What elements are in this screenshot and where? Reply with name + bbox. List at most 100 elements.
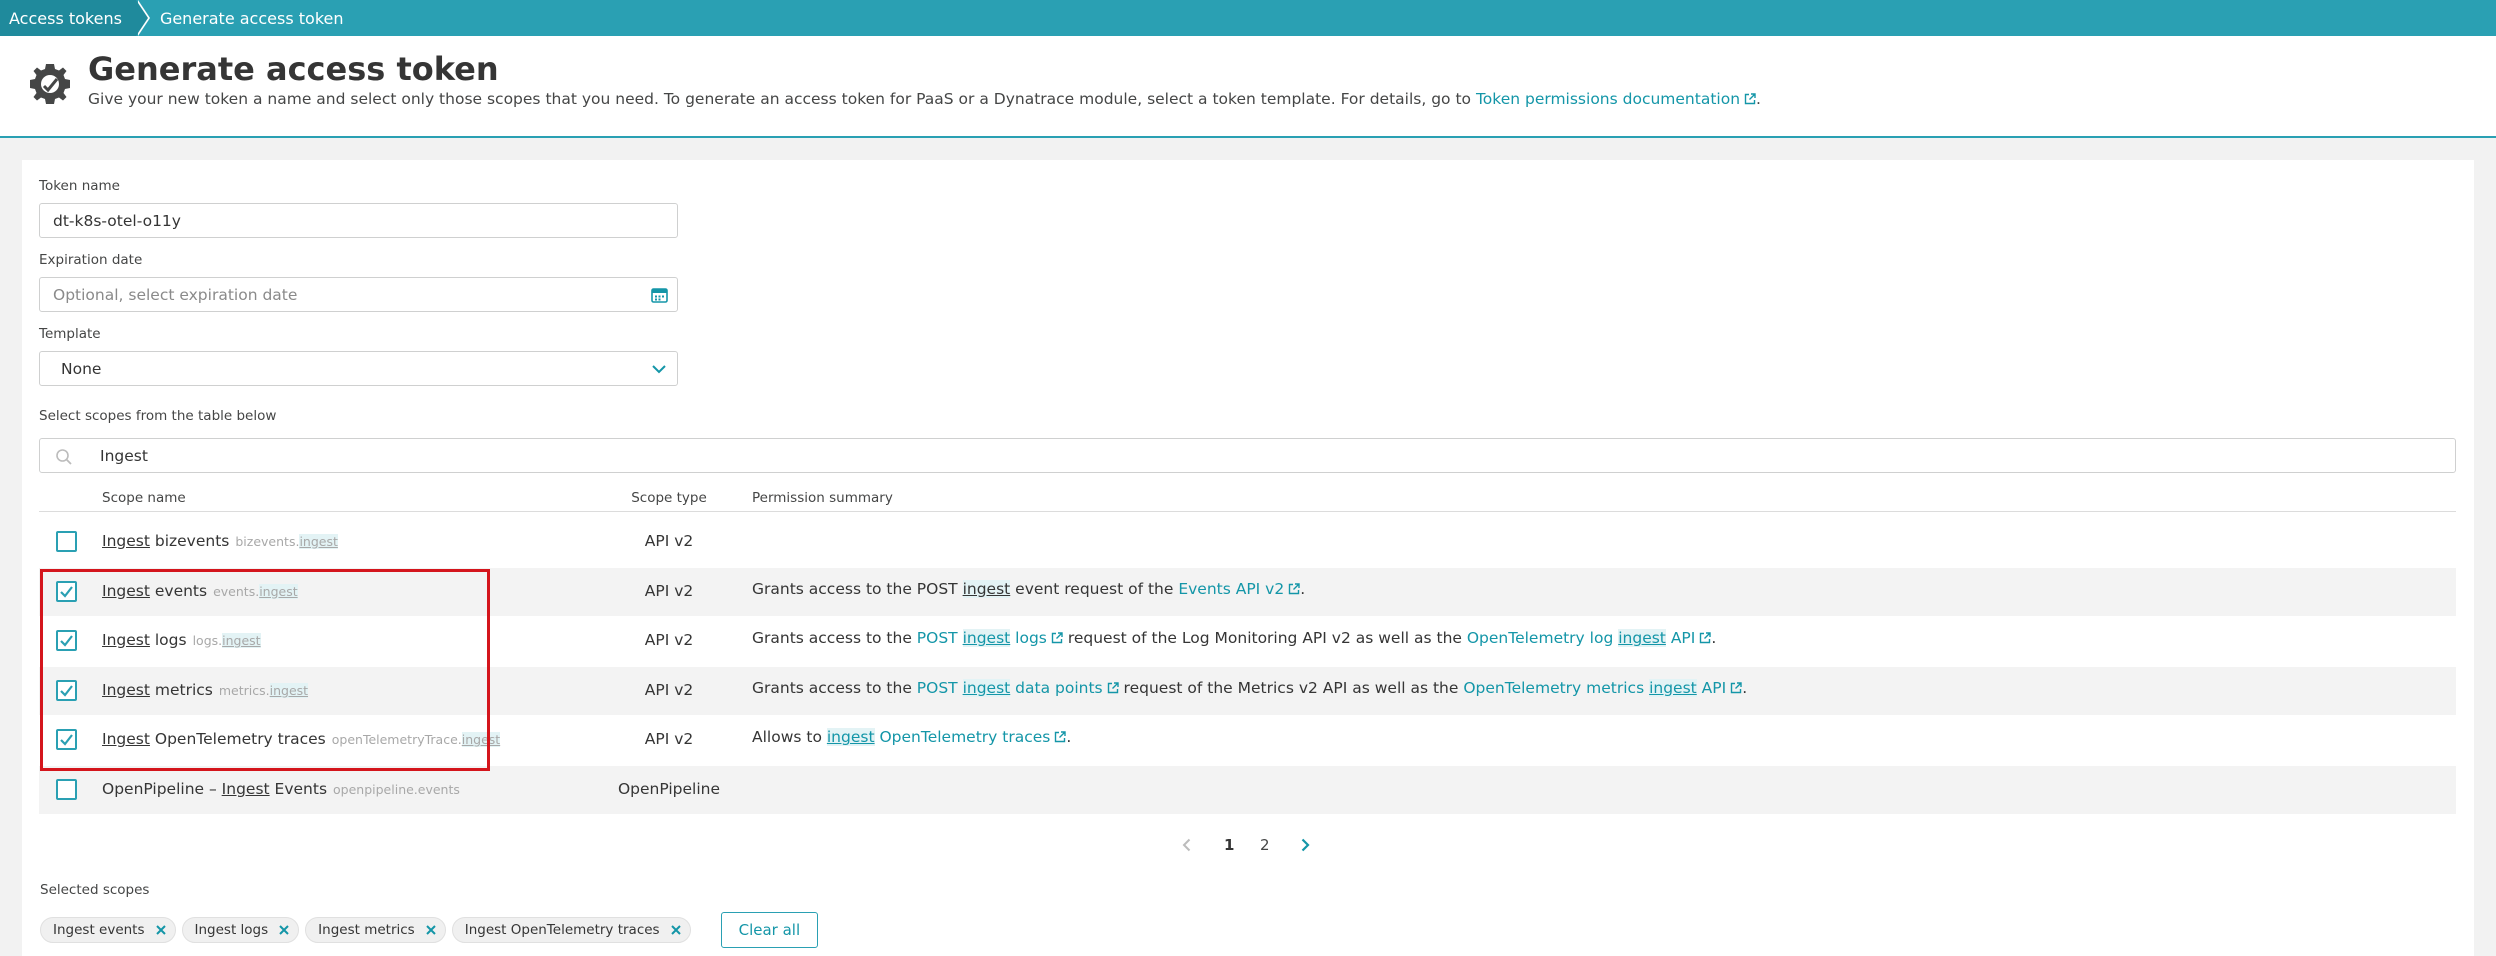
permission-text: request of the Metrics v2 API as well as… xyxy=(1118,678,1464,697)
scope-checkbox[interactable] xyxy=(56,580,77,602)
scope-name-match: Ingest xyxy=(102,631,150,650)
expiration-date-input[interactable]: Optional, select expiration date xyxy=(39,277,678,312)
scope-id-match: ingest xyxy=(222,633,261,649)
template-label: Template xyxy=(39,326,101,342)
scope-checkbox[interactable] xyxy=(56,679,77,701)
permission-link-text[interactable]: API xyxy=(1666,629,1696,647)
permission-text: request of the Log Monitoring API v2 as … xyxy=(1062,629,1467,648)
template-select[interactable]: None xyxy=(39,351,678,386)
scope-name: Ingest OpenTelemetry traces openTelemetry… xyxy=(102,730,501,749)
scope-name-match: Ingest xyxy=(102,730,150,749)
page-1-button[interactable]: 1 xyxy=(1224,836,1234,854)
permission-link-text[interactable]: Events API v2 xyxy=(1178,580,1284,598)
token-gear-icon xyxy=(30,64,70,104)
permission-text: . xyxy=(1742,678,1748,697)
search-icon xyxy=(56,449,72,465)
scope-id-prefix: metrics. xyxy=(218,682,270,698)
checkmark-icon xyxy=(60,685,73,697)
permission-link-text[interactable]: ingest xyxy=(962,629,1011,648)
scope-checkbox[interactable] xyxy=(56,630,77,652)
scope-type: API v2 xyxy=(644,730,694,749)
scope-id: logs.ingest xyxy=(193,633,261,649)
table-row[interactable]: Ingest events events.ingest API v2 Grants a… xyxy=(39,567,2456,616)
scope-name-rest: metrics xyxy=(149,680,213,699)
permission-text: Grants access to the xyxy=(752,678,917,697)
chip-label: Ingest events xyxy=(53,922,145,938)
scope-name: Ingest metrics metrics.ingest xyxy=(102,680,309,699)
scope-id-match: ingest xyxy=(269,682,309,698)
column-header-scope-name[interactable]: Scope name xyxy=(102,490,186,506)
scope-name: OpenPipeline – Ingest Events openpipeline… xyxy=(102,780,460,798)
permission-link-text[interactable]: ingest xyxy=(1618,629,1666,648)
scope-checkbox[interactable] xyxy=(56,729,77,751)
external-link-icon xyxy=(1051,632,1063,644)
permission-text: Grants access to the xyxy=(752,629,917,648)
scope-name-match: Ingest xyxy=(102,680,150,699)
scope-name-rest: Events xyxy=(269,780,328,798)
scope-id-prefix: openTelemetryTrace. xyxy=(331,732,462,748)
scope-search-input[interactable]: Ingest xyxy=(39,438,2456,473)
scope-id: metrics.ingest xyxy=(218,682,309,698)
scope-checkbox[interactable] xyxy=(56,779,77,800)
permission-text: . xyxy=(1066,728,1072,747)
scope-name: Ingest logs logs.ingest xyxy=(102,631,261,649)
scope-type: API v2 xyxy=(644,680,694,699)
permission-link-text[interactable]: POST xyxy=(917,629,963,647)
scope-name-rest: bizevents xyxy=(149,532,230,550)
page-description-suffix: . xyxy=(1756,90,1761,108)
scope-name-match: Ingest xyxy=(102,581,150,600)
permission-summary: Grants access to the POST ingest event r… xyxy=(752,579,1305,598)
scope-checkbox[interactable] xyxy=(56,531,77,552)
token-permissions-doc-link[interactable]: Token permissions documentation xyxy=(1476,90,1756,108)
permission-link-text[interactable]: logs xyxy=(1010,629,1047,647)
external-link-icon xyxy=(1744,93,1756,105)
next-page-icon[interactable] xyxy=(1298,838,1312,852)
scopes-instruction: Select scopes from the table below xyxy=(39,408,277,424)
table-row[interactable]: Ingest metrics metrics.ingest API v2 Grants… xyxy=(39,666,2456,715)
scope-name-match: Ingest xyxy=(221,780,270,798)
chip-label: Ingest logs xyxy=(194,922,269,938)
permission-link-text[interactable]: POST xyxy=(917,679,963,697)
remove-chip-icon[interactable] xyxy=(155,924,167,936)
scope-id-match: ingest xyxy=(299,534,338,549)
scope-id-prefix: openpipeline.events xyxy=(333,782,460,797)
token-name-input[interactable]: dt-k8s-otel-o11y xyxy=(39,203,678,238)
page-2-button[interactable]: 2 xyxy=(1260,836,1270,854)
clear-all-button[interactable]: Clear all xyxy=(720,912,819,948)
permission-link-text[interactable]: OpenTelemetry metrics xyxy=(1463,679,1649,697)
breadcrumb-access-tokens[interactable]: Access tokens xyxy=(0,0,150,36)
chip-label: Ingest metrics xyxy=(318,922,415,938)
table-row[interactable]: Ingest OpenTelemetry traces openTelemetry… xyxy=(39,716,2456,764)
table-row[interactable]: Ingest logs logs.ingest API v2 Grants acces… xyxy=(39,617,2456,665)
permission-link-text[interactable]: API xyxy=(1697,679,1727,697)
permission-link-text[interactable]: data points xyxy=(1010,679,1102,697)
external-link-icon xyxy=(1731,682,1742,693)
permission-link-text[interactable]: ingest xyxy=(1649,678,1697,697)
page-description: Give your new token a name and select on… xyxy=(88,90,1761,108)
permission-link-text[interactable]: OpenTelemetry log xyxy=(1467,629,1618,647)
scope-type: API v2 xyxy=(644,581,694,600)
page-description-text: Give your new token a name and select on… xyxy=(88,90,1476,108)
external-link-icon xyxy=(1289,582,1300,594)
expiration-date-label: Expiration date xyxy=(39,252,143,268)
permission-text: . xyxy=(1711,629,1717,648)
permission-link-text[interactable]: OpenTelemetry traces xyxy=(875,728,1050,746)
token-name-value: dt-k8s-otel-o11y xyxy=(53,211,181,230)
selected-scopes-label: Selected scopes xyxy=(40,882,150,898)
table-row[interactable]: Ingest bizevents bizevents.ingest API v2 xyxy=(39,518,2456,566)
previous-page-icon[interactable] xyxy=(1180,838,1194,852)
scope-type: API v2 xyxy=(644,631,694,650)
calendar-icon[interactable] xyxy=(651,287,668,303)
remove-chip-icon[interactable] xyxy=(425,924,437,936)
breadcrumb-generate-access-token: Generate access token xyxy=(159,8,344,28)
permission-link-text[interactable]: ingest xyxy=(962,678,1011,697)
remove-chip-icon[interactable] xyxy=(278,924,290,936)
permission-link-text[interactable]: ingest xyxy=(826,728,875,747)
scope-name: Ingest events events.ingest xyxy=(102,582,298,600)
scope-id-prefix: bizevents. xyxy=(235,534,300,549)
table-row[interactable]: OpenPipeline – Ingest Events openpipeline… xyxy=(39,766,2456,814)
remove-chip-icon[interactable] xyxy=(670,924,682,936)
permission-text: event request of the xyxy=(1010,579,1179,598)
column-header-scope-type[interactable]: Scope type xyxy=(599,490,739,506)
scope-id: events.ingest xyxy=(213,583,298,599)
